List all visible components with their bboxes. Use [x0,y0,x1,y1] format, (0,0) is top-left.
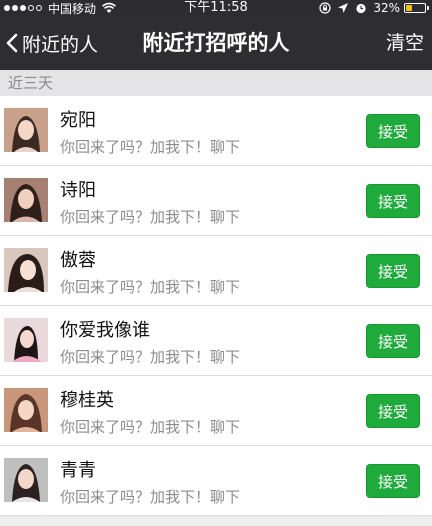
greeting-message: 你回来了吗？加我下！聊下 [60,208,241,226]
list-item[interactable]: 傲蓉 你回来了吗？加我下！聊下 接受 [0,236,432,306]
greeting-message: 你回来了吗？加我下！聊下 [60,418,241,436]
avatar[interactable] [4,388,48,432]
accept-button[interactable]: 接受 [366,114,420,148]
section-label: 近三天 [8,74,54,92]
lock-rotation-icon [319,2,331,14]
back-button[interactable]: 附近的人 [6,16,98,70]
accept-button[interactable]: 接受 [366,394,420,428]
battery-percent: 32% [373,1,400,15]
status-bar-right: 32% [319,0,429,16]
section-header: 近三天 [0,70,432,96]
clear-button[interactable]: 清空 [386,16,424,70]
contact-name: 诗阳 [60,180,96,201]
avatar[interactable] [4,458,48,502]
back-button-label: 附近的人 [22,33,99,56]
list-item[interactable]: 穆桂英 你回来了吗？加我下！聊下 接受 [0,376,432,446]
contact-name: 傲蓉 [60,250,96,271]
avatar[interactable] [4,108,48,152]
avatar[interactable] [4,248,48,292]
avatar[interactable] [4,318,48,362]
battery-nub [427,6,429,10]
avatar[interactable] [4,178,48,222]
accept-button[interactable]: 接受 [366,324,420,358]
greeting-message: 你回来了吗？加我下！聊下 [60,348,241,366]
accept-button[interactable]: 接受 [366,184,420,218]
accept-button[interactable]: 接受 [366,254,420,288]
contact-name: 你爱我像谁 [60,320,150,341]
list-item[interactable]: 你爱我像谁 你回来了吗？加我下！聊下 接受 [0,306,432,376]
contact-name: 青青 [60,460,96,481]
location-arrow-icon [338,3,349,13]
alarm-clock-icon [356,3,366,14]
contact-name: 穆桂英 [60,390,114,411]
greeting-message: 你回来了吗？加我下！聊下 [60,138,241,156]
contact-name: 宛阳 [60,110,96,131]
greeting-message: 你回来了吗？加我下！聊下 [60,488,241,506]
list-item[interactable]: 青青 你回来了吗？加我下！聊下 接受 [0,446,432,516]
list-item[interactable]: 诗阳 你回来了吗？加我下！聊下 接受 [0,166,432,236]
list-item[interactable]: 宛阳 你回来了吗？加我下！聊下 接受 [0,96,432,166]
status-bar: 中国移动 下午11:58 32% [0,0,432,16]
battery-icon [404,3,429,13]
greeting-list: 宛阳 你回来了吗？加我下！聊下 接受 诗阳 你回来了吗？加我下！聊下 接受 傲蓉 [0,96,432,516]
chevron-left-icon [6,33,18,53]
greeting-message: 你回来了吗？加我下！聊下 [60,278,241,296]
battery-fill [406,5,412,11]
nav-bar: 附近的人 附近打招呼的人 清空 [0,16,432,70]
accept-button[interactable]: 接受 [366,464,420,498]
